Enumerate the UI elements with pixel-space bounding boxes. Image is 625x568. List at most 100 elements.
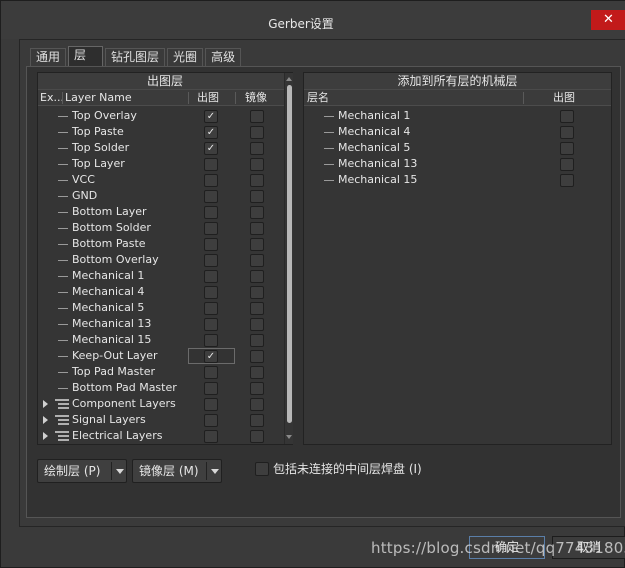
mechanical-output-checkbox[interactable] xyxy=(560,110,574,123)
mechanical-output-checkbox[interactable] xyxy=(560,158,574,171)
output-checkbox[interactable]: ✓ xyxy=(204,126,218,139)
layer-row[interactable]: Bottom Layer xyxy=(38,204,284,220)
mirror-checkbox[interactable] xyxy=(250,126,264,139)
mirror-checkbox[interactable] xyxy=(250,110,264,123)
output-checkbox[interactable] xyxy=(204,366,218,379)
mirror-checkbox[interactable] xyxy=(250,286,264,299)
mirror-checkbox[interactable] xyxy=(250,366,264,379)
tab-3[interactable]: 光圈 xyxy=(167,48,204,66)
output-checkbox[interactable]: ✓ xyxy=(204,110,218,123)
mirror-layers-dropdown[interactable]: 镜像层 (M) xyxy=(132,459,222,483)
mechanical-layer-row[interactable]: Mechanical 15 xyxy=(304,172,611,188)
output-checkbox[interactable] xyxy=(204,238,218,251)
layer-row[interactable]: Mechanical 5 xyxy=(38,300,284,316)
mirror-checkbox[interactable] xyxy=(250,254,264,267)
scroll-up-arrow-icon[interactable] xyxy=(286,77,292,81)
cancel-button[interactable]: 取消 xyxy=(552,536,625,559)
chevron-down-icon[interactable] xyxy=(211,469,219,474)
expand-arrow-icon[interactable] xyxy=(43,432,48,440)
tab-1[interactable]: 层 xyxy=(68,46,104,66)
layer-row[interactable]: Bottom Pad Master xyxy=(38,380,284,396)
layer-row[interactable]: VCC xyxy=(38,172,284,188)
mechanical-layer-row[interactable]: Mechanical 13 xyxy=(304,156,611,172)
mirror-checkbox[interactable] xyxy=(250,350,264,363)
plot-layers-dropdown[interactable]: 绘制层 (P) xyxy=(37,459,127,483)
ok-button[interactable]: 确定 xyxy=(469,536,545,559)
output-checkbox[interactable] xyxy=(204,398,218,411)
column-expand[interactable]: Ex... xyxy=(40,90,64,106)
output-layers-scrollbar[interactable] xyxy=(284,73,293,444)
output-checkbox[interactable] xyxy=(204,318,218,331)
output-checkbox[interactable] xyxy=(204,222,218,235)
title-bar[interactable]: Gerber设置 ✕ xyxy=(1,1,625,39)
layer-row[interactable]: Keep-Out Layer ✓ xyxy=(38,348,284,364)
expand-arrow-icon[interactable] xyxy=(43,416,48,424)
mirror-checkbox[interactable] xyxy=(250,430,264,443)
layer-row[interactable]: Bottom Paste xyxy=(38,236,284,252)
mirror-checkbox[interactable] xyxy=(250,238,264,251)
layer-row[interactable]: Mechanical 4 xyxy=(38,284,284,300)
layer-row[interactable]: GND xyxy=(38,188,284,204)
tab-4[interactable]: 高级 xyxy=(205,48,242,66)
layer-row[interactable]: Electrical Layers xyxy=(38,428,284,444)
output-checkbox[interactable] xyxy=(204,190,218,203)
mirror-checkbox[interactable] xyxy=(250,398,264,411)
mirror-checkbox[interactable] xyxy=(250,318,264,331)
layer-row[interactable]: Top Solder ✓ xyxy=(38,140,284,156)
scroll-down-arrow-icon[interactable] xyxy=(286,435,292,439)
output-checkbox[interactable] xyxy=(204,158,218,171)
mirror-checkbox[interactable] xyxy=(250,222,264,235)
column-output[interactable]: 出图 xyxy=(197,90,219,106)
mechanical-output-checkbox[interactable] xyxy=(560,174,574,187)
column-output-cn[interactable]: 出图 xyxy=(553,90,575,106)
layer-row[interactable]: Top Layer xyxy=(38,156,284,172)
tab-0[interactable]: 通用 xyxy=(30,48,67,66)
output-checkbox[interactable]: ✓ xyxy=(204,350,218,363)
output-checkbox[interactable] xyxy=(204,414,218,427)
layer-row[interactable]: Mechanical 15 xyxy=(38,332,284,348)
output-checkbox[interactable]: ✓ xyxy=(204,142,218,155)
output-checkbox[interactable] xyxy=(204,174,218,187)
mirror-checkbox[interactable] xyxy=(250,414,264,427)
column-layer-name-cn[interactable]: 层名 xyxy=(307,90,329,106)
output-checkbox[interactable] xyxy=(204,254,218,267)
output-checkbox[interactable] xyxy=(204,270,218,283)
mechanical-layer-row[interactable]: Mechanical 5 xyxy=(304,140,611,156)
mirror-checkbox[interactable] xyxy=(250,190,264,203)
layer-row[interactable]: Bottom Overlay xyxy=(38,252,284,268)
mechanical-layer-row[interactable]: Mechanical 4 xyxy=(304,124,611,140)
layer-row[interactable]: Component Layers xyxy=(38,396,284,412)
output-checkbox[interactable] xyxy=(204,382,218,395)
output-checkbox[interactable] xyxy=(204,430,218,443)
layer-row[interactable]: Top Paste ✓ xyxy=(38,124,284,140)
mirror-checkbox[interactable] xyxy=(250,382,264,395)
mirror-checkbox[interactable] xyxy=(250,158,264,171)
layer-row[interactable]: Mechanical 13 xyxy=(38,316,284,332)
layer-row[interactable]: Signal Layers xyxy=(38,412,284,428)
mirror-checkbox[interactable] xyxy=(250,270,264,283)
layer-row[interactable]: Top Overlay ✓ xyxy=(38,108,284,124)
scroll-thumb[interactable] xyxy=(287,85,292,423)
output-checkbox[interactable] xyxy=(204,206,218,219)
close-button[interactable]: ✕ xyxy=(591,10,625,30)
layer-row[interactable]: Top Pad Master xyxy=(38,364,284,380)
mirror-checkbox[interactable] xyxy=(250,206,264,219)
mirror-checkbox[interactable] xyxy=(250,142,264,155)
layer-row[interactable]: Mechanical 1 xyxy=(38,268,284,284)
chevron-down-icon[interactable] xyxy=(116,469,124,474)
layer-row[interactable]: Bottom Solder xyxy=(38,220,284,236)
mechanical-output-checkbox[interactable] xyxy=(560,126,574,139)
output-checkbox[interactable] xyxy=(204,334,218,347)
mirror-checkbox[interactable] xyxy=(250,302,264,315)
expand-arrow-icon[interactable] xyxy=(43,400,48,408)
include-pads-checkbox[interactable] xyxy=(255,462,269,476)
mirror-checkbox[interactable] xyxy=(250,334,264,347)
column-mirror[interactable]: 镜像 xyxy=(245,90,267,106)
output-checkbox[interactable] xyxy=(204,302,218,315)
output-checkbox[interactable] xyxy=(204,286,218,299)
mechanical-layer-row[interactable]: Mechanical 1 xyxy=(304,108,611,124)
tab-2[interactable]: 钻孔图层 xyxy=(105,48,166,66)
mechanical-output-checkbox[interactable] xyxy=(560,142,574,155)
column-layer-name[interactable]: Layer Name xyxy=(65,90,132,106)
mirror-checkbox[interactable] xyxy=(250,174,264,187)
